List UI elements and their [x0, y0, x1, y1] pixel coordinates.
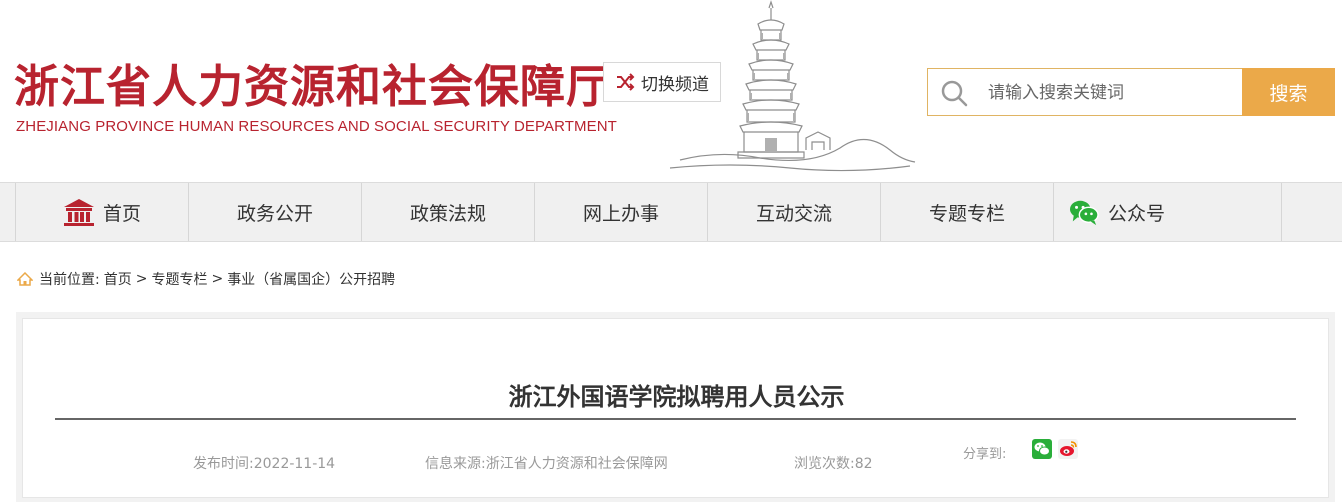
info-source: 信息来源:浙江省人力资源和社会保障网 [425, 456, 668, 472]
site-header: 浙江省人力资源和社会保障厅 ZHEJIANG PROVINCE HUMAN RE… [0, 0, 1342, 182]
nav-item-label: 政务公开 [236, 202, 313, 225]
main-nav: 首页 政务公开 政策法规 网上办事 互动交流 专题专栏 公众号 [0, 182, 1342, 242]
nav-item-government-affairs[interactable]: 政务公开 [188, 183, 361, 241]
nav-item-label: 首页 [102, 202, 141, 225]
weibo-share-icon[interactable] [1058, 439, 1078, 459]
nav-item-label: 网上办事 [582, 202, 659, 225]
breadcrumb-link-home[interactable]: 首页 [104, 269, 132, 289]
title-divider [55, 418, 1296, 420]
breadcrumb-link-special-topics[interactable]: 专题专栏 [151, 269, 207, 289]
nav-item-online-services[interactable]: 网上办事 [534, 183, 707, 241]
wechat-icon [1070, 200, 1099, 226]
nav-item-special-topics[interactable]: 专题专栏 [880, 183, 1053, 241]
breadcrumb-prefix: 当前位置: [39, 272, 100, 288]
nav-item-policies[interactable]: 政策法规 [361, 183, 534, 241]
share-label: 分享到: [963, 447, 1007, 462]
nav-item-label: 政策法规 [409, 202, 486, 225]
site-logo-title[interactable]: 浙江省人力资源和社会保障厅 [14, 50, 612, 115]
nav-item-interaction[interactable]: 互动交流 [707, 183, 880, 241]
nav-item-label: 互动交流 [755, 202, 832, 225]
breadcrumb-separator: > [211, 271, 224, 287]
publish-time: 发布时间:2022-11-14 [193, 456, 336, 472]
site-logo-subtitle: ZHEJIANG PROVINCE HUMAN RESOURCES AND SO… [16, 118, 617, 135]
breadcrumb-link-recruitment[interactable]: 事业（省属国企）公开招聘 [227, 269, 395, 289]
content-area: 浙江外国语学院拟聘用人员公示 发布时间:2022-11-14 信息来源:浙江省人… [16, 312, 1335, 502]
breadcrumb-separator: > [135, 271, 148, 287]
article-title: 浙江外国语学院拟聘用人员公示 [508, 383, 845, 411]
nav-item-label: 专题专栏 [928, 202, 1005, 225]
nav-item-home[interactable]: 首页 [15, 183, 188, 241]
search-input[interactable] [986, 77, 1240, 109]
view-count: 浏览次数:82 [794, 456, 873, 472]
nav-item-official-account[interactable]: 公众号 [1053, 183, 1282, 241]
search-icon [941, 80, 968, 107]
search-box: 搜索 [927, 68, 1335, 116]
main-nav-list: 首页 政务公开 政策法规 网上办事 互动交流 专题专栏 公众号 [15, 183, 1282, 241]
wechat-share-icon[interactable] [1032, 439, 1052, 459]
search-button[interactable]: 搜索 [1242, 68, 1335, 116]
shuffle-icon [617, 73, 635, 91]
home-location-icon [17, 272, 33, 286]
nav-item-label: 公众号 [1108, 202, 1166, 225]
pagoda-illustration [669, 0, 916, 172]
temple-icon [63, 199, 94, 226]
breadcrumb: 当前位置: 首页 > 专题专栏 > 事业（省属国企）公开招聘 [17, 268, 395, 290]
article-card: 浙江外国语学院拟聘用人员公示 发布时间:2022-11-14 信息来源:浙江省人… [22, 318, 1329, 498]
